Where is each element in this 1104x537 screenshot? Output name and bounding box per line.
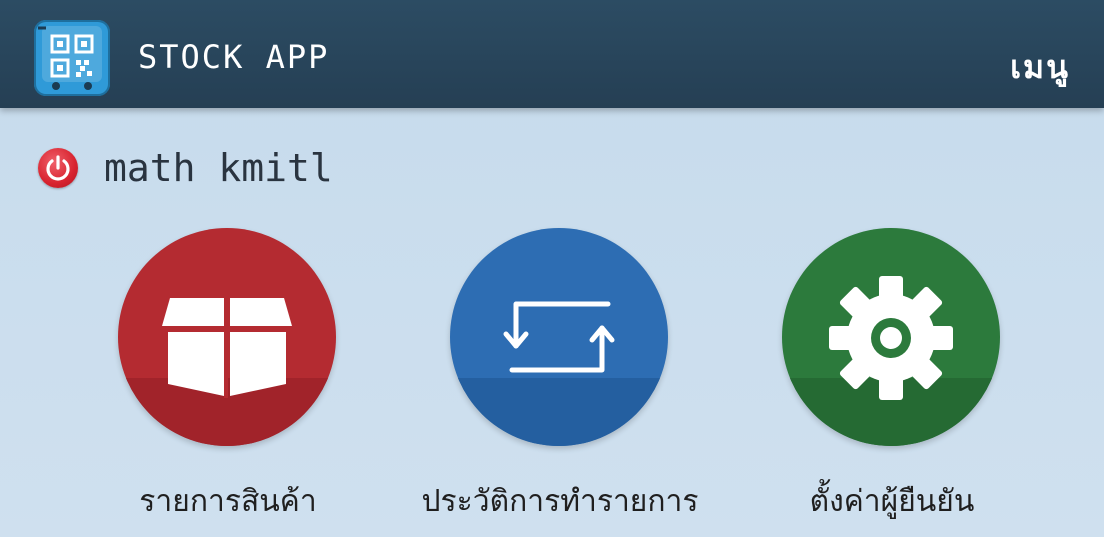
menu-title: เมนู — [1010, 48, 1070, 86]
products-menu-button[interactable]: รายการสินค้า — [108, 228, 348, 528]
qr-code-icon — [34, 20, 110, 96]
settings-label: ตั้งค่าผู้ยืนยัน — [809, 484, 975, 519]
box-icon — [162, 294, 292, 398]
username: math kmitl — [104, 146, 333, 190]
transfer-icon — [503, 301, 615, 373]
history-menu-button[interactable]: ประวัติการทำรายการ — [421, 228, 699, 528]
products-circle[interactable] — [118, 228, 336, 446]
settings-circle[interactable] — [782, 228, 1000, 446]
history-circle[interactable] — [450, 228, 668, 446]
app-title: STOCK APP — [138, 38, 330, 76]
gear-icon — [829, 276, 953, 400]
power-icon[interactable] — [38, 148, 78, 188]
products-label: รายการสินค้า — [139, 484, 317, 519]
settings-menu-button[interactable]: ตั้งค่าผู้ยืนยัน — [772, 228, 1012, 528]
history-label: ประวัติการทำรายการ — [421, 484, 699, 519]
app-screen: STOCK APP เมนู math kmitl รายการสินค้า ป… — [0, 0, 1104, 537]
app-header: STOCK APP เมนู — [0, 0, 1104, 108]
user-row: math kmitl — [38, 140, 333, 196]
